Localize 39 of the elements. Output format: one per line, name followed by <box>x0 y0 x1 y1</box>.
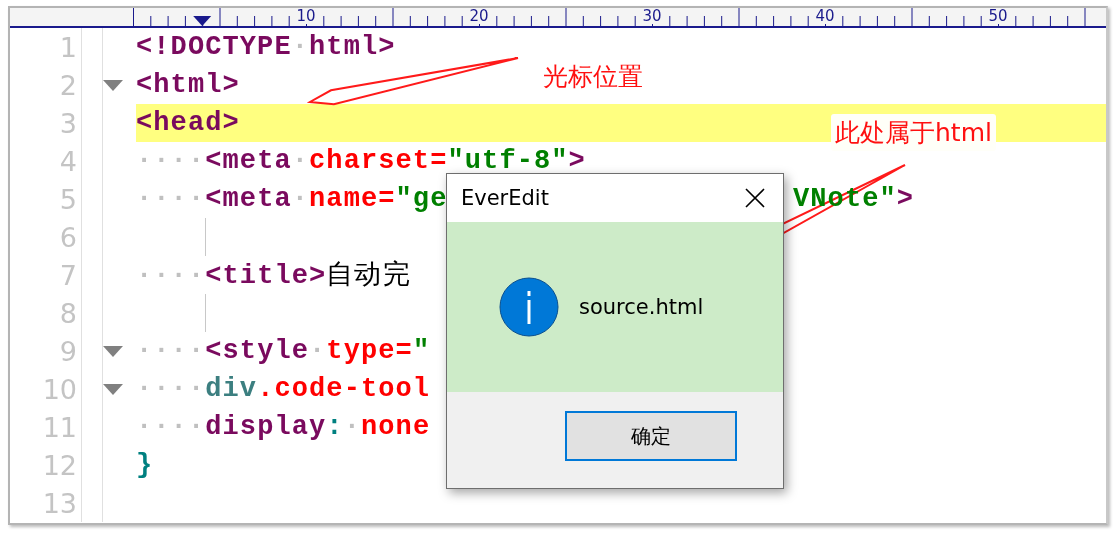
ruler-label: 30 <box>641 8 663 24</box>
code-line: <!DOCTYPE·html> <box>136 33 396 61</box>
ruler-label: 10 <box>295 8 317 24</box>
ruler-label: 50 <box>987 8 1009 24</box>
line-number: 11 <box>41 411 77 443</box>
close-icon[interactable] <box>745 188 765 208</box>
info-icon <box>499 277 559 337</box>
line-number: 2 <box>58 69 77 101</box>
code-line: } <box>136 451 154 479</box>
line-number: 12 <box>41 449 77 481</box>
code-line: ····<style·type=" <box>136 337 431 365</box>
line-number: 1 <box>58 31 77 63</box>
line-number: 3 <box>58 107 77 139</box>
annotation-text: 光标位置 <box>542 61 644 93</box>
line-number: 5 <box>58 183 77 215</box>
code-line: ····<meta·charset="utf-8"> <box>136 147 586 175</box>
line-number: 4 <box>58 145 77 177</box>
code-line: <html> <box>136 71 240 99</box>
dialog-title: EverEdit <box>461 186 549 210</box>
line-number: 8 <box>58 297 77 329</box>
fold-icon[interactable] <box>103 79 123 91</box>
dialog-message: source.html <box>579 295 704 319</box>
code-line: ····<title>自动完 <box>136 260 411 290</box>
fold-icon[interactable] <box>103 383 123 395</box>
ok-button[interactable]: 确定 <box>565 411 737 461</box>
line-number: 6 <box>58 221 77 253</box>
code-line: ····div.code-tool <box>136 375 431 403</box>
line-number: 10 <box>41 373 77 405</box>
code-line: <head> <box>136 109 240 137</box>
ruler-label: 40 <box>814 8 836 24</box>
ruler-label: 20 <box>468 8 490 24</box>
line-number: 13 <box>41 487 77 519</box>
indent-marker-icon[interactable] <box>193 16 212 26</box>
line-number: 7 <box>58 259 77 291</box>
code-line: ····<meta·name="ge <box>136 185 448 213</box>
annotation-text: 此处属于html <box>831 114 996 151</box>
fold-icon[interactable] <box>103 345 123 357</box>
code-line: ····display:·none <box>136 413 431 441</box>
line-number: 9 <box>58 335 77 367</box>
